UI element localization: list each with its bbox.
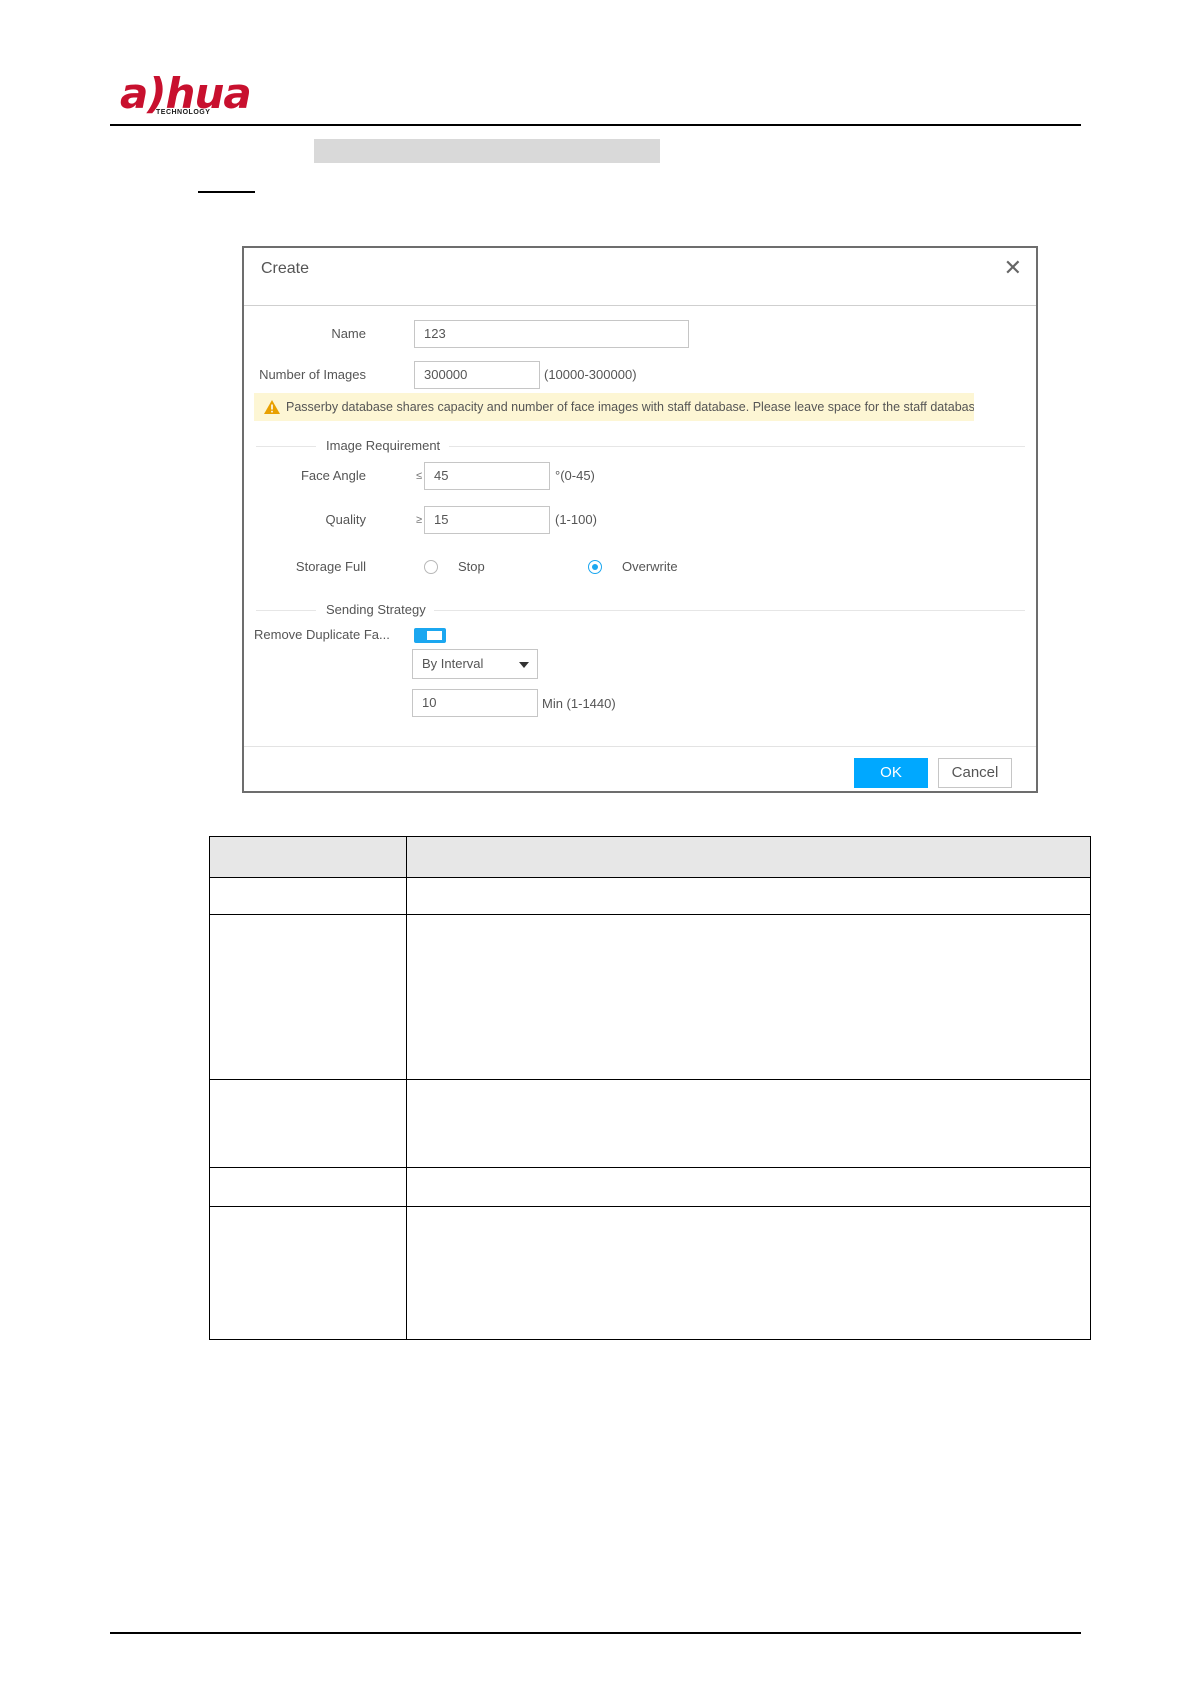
warning-text: Passerby database shares capacity and nu… [286, 400, 974, 414]
table-header-cell [406, 836, 1091, 878]
section-divider-right [449, 446, 1025, 447]
step-marker [198, 191, 255, 193]
radio-stop[interactable] [424, 560, 438, 574]
less-equal-symbol: ≤ [416, 470, 423, 482]
number-of-images-input[interactable]: 300000 [414, 361, 540, 389]
interval-mode-select[interactable]: By Interval [412, 649, 538, 679]
number-of-images-range: (10000-300000) [544, 367, 637, 382]
cancel-button[interactable]: Cancel [938, 758, 1012, 788]
interval-range: Min (1-1440) [542, 696, 616, 711]
section-divider-right-2 [434, 610, 1025, 611]
logo-subtitle: TECHNOLOGY [156, 109, 211, 116]
storage-full-label: Storage Full [295, 559, 366, 574]
table-row [209, 1167, 1091, 1207]
remove-duplicate-label: Remove Duplicate Fa... [254, 627, 390, 642]
table-row [209, 914, 1091, 1080]
section-divider-left [256, 446, 316, 447]
interval-input[interactable]: 10 [412, 689, 538, 717]
parameter-table [209, 836, 1091, 1340]
greater-equal-symbol: ≥ [416, 514, 423, 526]
sending-strategy-heading: Sending Strategy [326, 602, 426, 617]
toggle-knob [427, 631, 442, 640]
table-cell [406, 1206, 1091, 1340]
table-cell [209, 1206, 407, 1340]
dialog-header-divider [244, 305, 1036, 306]
number-of-images-label: Number of Images [259, 367, 366, 382]
dahua-logo: a)hua TECHNOLOGY [120, 72, 280, 122]
section-divider-left-2 [256, 610, 316, 611]
table-cell [406, 877, 1091, 915]
name-label: Name [331, 326, 366, 341]
table-cell [209, 1079, 407, 1168]
remove-duplicate-toggle[interactable] [414, 628, 446, 643]
radio-overwrite-label: Overwrite [622, 559, 678, 574]
face-angle-input[interactable]: 45 [424, 462, 550, 490]
face-angle-label: Face Angle [300, 468, 366, 483]
quality-range: (1-100) [555, 512, 597, 527]
table-cell [406, 1079, 1091, 1168]
table-row [209, 1079, 1091, 1168]
table-header-cell [209, 836, 407, 878]
dialog-footer-divider [244, 746, 1036, 747]
name-input[interactable]: 123 [414, 320, 689, 348]
capacity-warning-banner: Passerby database shares capacity and nu… [254, 393, 974, 421]
redacted-text-block [314, 139, 660, 163]
table-cell [406, 1167, 1091, 1207]
interval-mode-value: By Interval [422, 656, 484, 671]
face-angle-range: °(0-45) [555, 468, 595, 483]
image-requirement-heading: Image Requirement [326, 438, 441, 453]
table-header-row [209, 836, 1091, 878]
chevron-down-icon [519, 662, 529, 668]
table-cell [209, 914, 407, 1080]
table-cell [209, 877, 407, 915]
dialog-title: Create [261, 260, 310, 277]
table-row [209, 877, 1091, 915]
footer-rule [110, 1632, 1081, 1634]
close-icon[interactable]: ✕ [1004, 255, 1022, 281]
table-row [209, 1206, 1091, 1340]
table-cell [209, 1167, 407, 1207]
create-dialog: Create ✕ Name 123 Number of Images 30000… [242, 246, 1038, 793]
radio-stop-label: Stop [458, 559, 485, 574]
radio-overwrite[interactable] [588, 560, 602, 574]
ok-button[interactable]: OK [854, 758, 928, 788]
table-cell [406, 914, 1091, 1080]
warning-icon [264, 400, 280, 414]
quality-input[interactable]: 15 [424, 506, 550, 534]
quality-label: Quality [325, 512, 366, 527]
header-rule [110, 124, 1081, 126]
